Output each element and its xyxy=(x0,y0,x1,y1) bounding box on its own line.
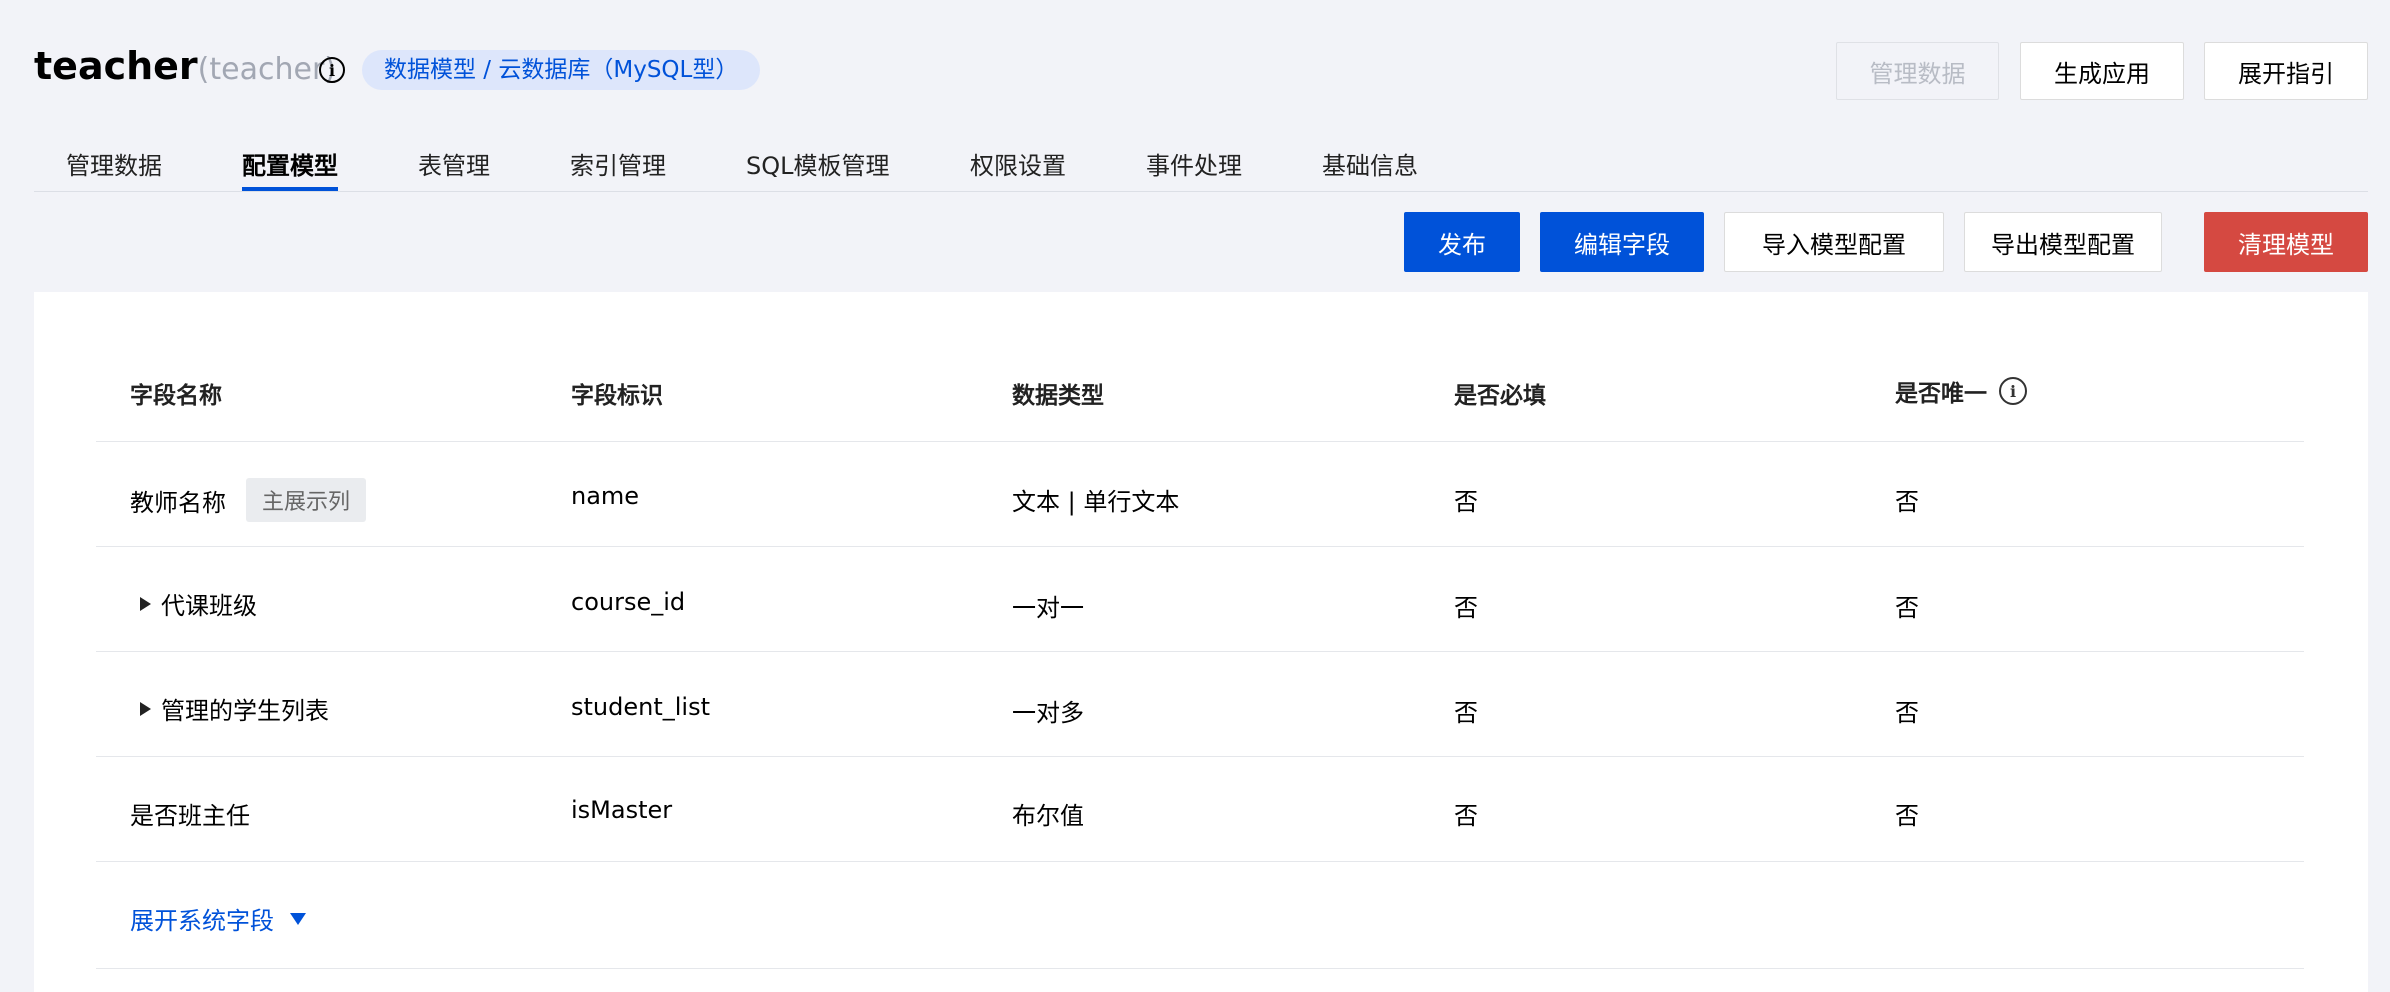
tabs-divider xyxy=(34,191,2368,192)
tab-event-handling[interactable]: 事件处理 xyxy=(1146,146,1242,181)
row-divider xyxy=(96,441,2304,442)
col-header-field-id: 字段标识 xyxy=(571,383,663,409)
table-row-name-cell[interactable]: 代课班级 xyxy=(140,586,257,621)
table-cell-type: 布尔值 xyxy=(1012,802,1084,830)
expand-guide-button[interactable]: 展开指引 xyxy=(2204,42,2368,100)
table-cell-id: course_id xyxy=(571,588,686,616)
tab-basic-info[interactable]: 基础信息 xyxy=(1322,146,1418,181)
table-cell-type: 一对多 xyxy=(1012,699,1084,727)
tab-sql-template[interactable]: SQL模板管理 xyxy=(746,146,890,181)
primary-display-tag: 主展示列 xyxy=(246,478,367,522)
row-divider xyxy=(96,968,2304,969)
publish-button[interactable]: 发布 xyxy=(1404,212,1520,272)
table-cell-unique: 否 xyxy=(1895,594,1919,622)
table-cell-required: 否 xyxy=(1454,488,1478,516)
row-divider xyxy=(96,756,2304,757)
tab-index-management[interactable]: 索引管理 xyxy=(570,146,666,181)
clear-model-button[interactable]: 清理模型 xyxy=(2204,212,2368,272)
import-config-button[interactable]: 导入模型配置 xyxy=(1724,212,1944,272)
model-name: teacher xyxy=(34,44,198,88)
chevron-down-icon xyxy=(290,912,306,925)
table-cell-id: name xyxy=(571,482,640,510)
row-divider xyxy=(96,651,2304,652)
row-divider xyxy=(96,861,2304,862)
expand-arrow-icon[interactable] xyxy=(140,596,151,611)
table-cell-id: student_list xyxy=(571,693,710,721)
table-row-name-cell: 教师名称 主展示列 xyxy=(130,478,367,522)
col-header-unique: 是否唯一 i xyxy=(1895,374,2027,408)
col-header-data-type: 数据类型 xyxy=(1012,383,1104,409)
table-cell-required: 否 xyxy=(1454,699,1478,727)
col-header-required: 是否必填 xyxy=(1454,383,1546,409)
table-cell-required: 否 xyxy=(1454,802,1478,830)
model-title: teacher(teacher) xyxy=(34,44,336,88)
table-row-name-cell: 是否班主任 xyxy=(130,802,250,830)
table-cell-type: 一对一 xyxy=(1012,594,1084,622)
tab-table-management[interactable]: 表管理 xyxy=(418,146,490,181)
expand-system-fields-link[interactable]: 展开系统字段 xyxy=(130,901,306,936)
table-cell-unique: 否 xyxy=(1895,802,1919,830)
export-config-button[interactable]: 导出模型配置 xyxy=(1964,212,2162,272)
info-icon[interactable]: i xyxy=(1999,377,2027,405)
expand-arrow-icon[interactable] xyxy=(140,701,151,716)
tab-manage-data[interactable]: 管理数据 xyxy=(66,146,162,181)
tab-permissions[interactable]: 权限设置 xyxy=(970,146,1066,181)
manage-data-button[interactable]: 管理数据 xyxy=(1836,42,1999,100)
col-header-field-name: 字段名称 xyxy=(130,383,222,409)
table-cell-id: isMaster xyxy=(571,796,673,824)
active-tab-indicator xyxy=(242,187,338,191)
table-row-name-cell[interactable]: 管理的学生列表 xyxy=(140,691,329,726)
info-icon[interactable]: i xyxy=(319,57,345,83)
table-cell-type: 文本 | 单行文本 xyxy=(1012,488,1180,516)
table-cell-unique: 否 xyxy=(1895,699,1919,727)
row-divider xyxy=(96,546,2304,547)
model-identifier: (teacher) xyxy=(197,52,336,87)
model-type-badge: 数据模型 / 云数据库（MySQL型） xyxy=(362,50,761,90)
tab-configure-model[interactable]: 配置模型 xyxy=(242,146,338,181)
generate-app-button[interactable]: 生成应用 xyxy=(2020,42,2184,100)
table-cell-required: 否 xyxy=(1454,594,1478,622)
edit-fields-button[interactable]: 编辑字段 xyxy=(1540,212,1704,272)
table-cell-unique: 否 xyxy=(1895,488,1919,516)
